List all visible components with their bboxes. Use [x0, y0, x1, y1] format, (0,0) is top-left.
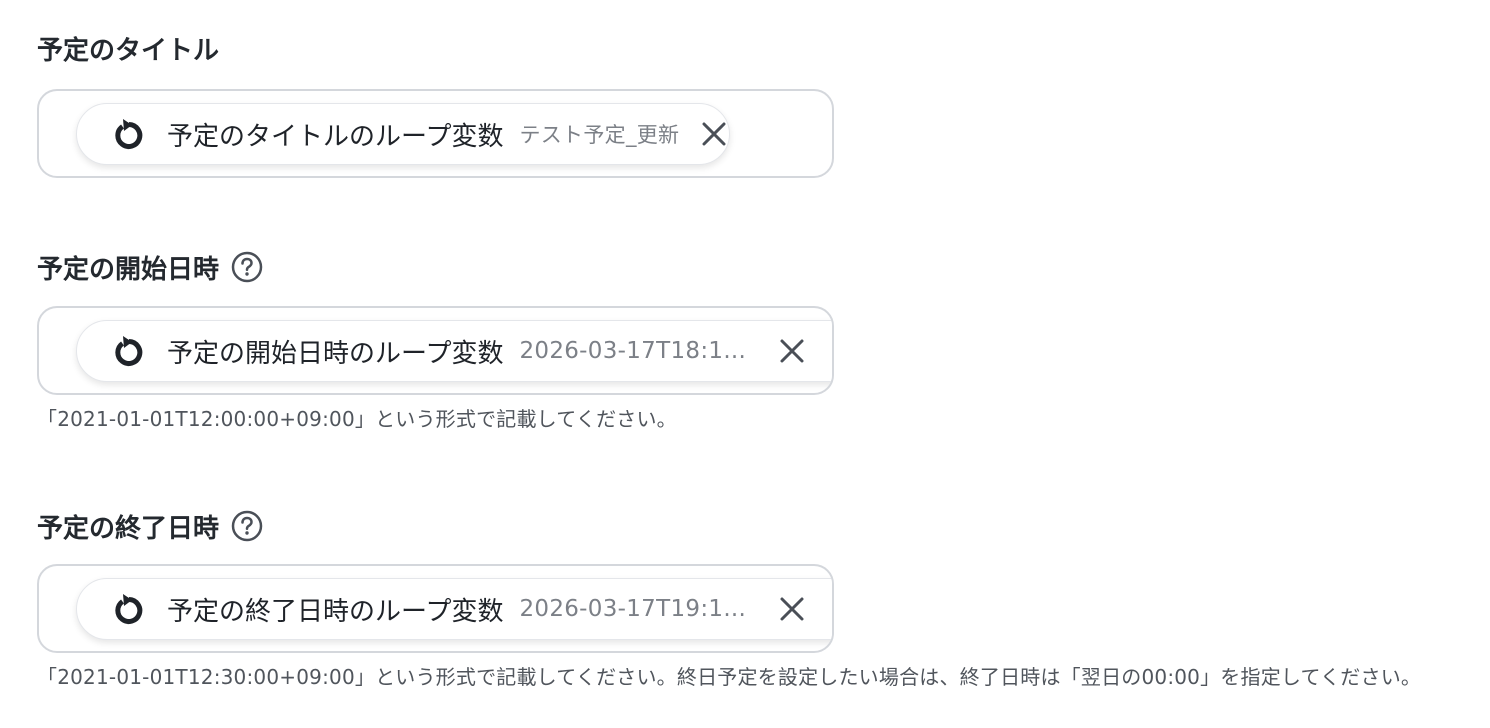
field-label-text: 予定の開始日時 — [37, 254, 220, 285]
field-label-start: 予定の開始日時 — [37, 247, 263, 287]
chip-variable-value: 2026-03-17T19:1... — [519, 596, 747, 622]
help-icon[interactable] — [231, 510, 263, 542]
close-icon[interactable] — [699, 119, 729, 149]
field-label-text: 予定の終了日時 — [37, 513, 220, 544]
variable-chip-start[interactable]: 予定の開始日時のループ変数 2026-03-17T18:1... — [76, 320, 832, 382]
close-icon[interactable] — [777, 336, 807, 366]
chip-variable-value: テスト予定_更新 — [519, 123, 680, 147]
start-datetime-hint: 「2021-01-01T12:00:00+09:00」という形式で記載してくださ… — [37, 407, 677, 431]
chip-variable-name: 予定のタイトルのループ変数 — [167, 121, 504, 152]
loop-icon — [111, 591, 147, 627]
field-label-end: 予定の終了日時 — [37, 506, 263, 546]
chip-variable-name: 予定の開始日時のループ変数 — [167, 338, 504, 369]
title-input[interactable]: 予定のタイトルのループ変数 テスト予定_更新 — [37, 89, 834, 178]
end-datetime-hint: 「2021-01-01T12:30:00+09:00」という形式で記載してくださ… — [37, 665, 1422, 689]
start-datetime-input[interactable]: 予定の開始日時のループ変数 2026-03-17T18:1... — [37, 306, 834, 395]
variable-chip-end[interactable]: 予定の終了日時のループ変数 2026-03-17T19:1... — [76, 578, 832, 640]
variable-chip-title[interactable]: 予定のタイトルのループ変数 テスト予定_更新 — [76, 103, 731, 165]
chip-variable-value: 2026-03-17T18:1... — [519, 338, 747, 364]
loop-icon — [111, 116, 147, 152]
close-icon[interactable] — [777, 594, 807, 624]
field-label-text: 予定のタイトル — [37, 35, 220, 66]
loop-icon — [111, 333, 147, 369]
help-icon[interactable] — [231, 251, 263, 283]
chip-variable-name: 予定の終了日時のループ変数 — [167, 596, 504, 627]
field-label-title: 予定のタイトル — [37, 28, 219, 68]
end-datetime-input[interactable]: 予定の終了日時のループ変数 2026-03-17T19:1... — [37, 564, 834, 653]
